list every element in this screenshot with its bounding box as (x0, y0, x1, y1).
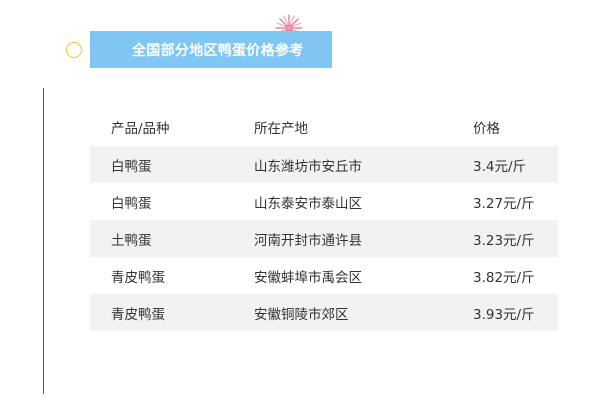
left-divider-line (43, 88, 44, 394)
cell-origin: 山东潍坊市安丘市 (254, 146, 473, 183)
table-row: 白鸭蛋 山东泰安市泰山区 3.27元/斤 (90, 183, 558, 220)
cell-price: 3.23元/斤 (473, 220, 558, 257)
table-header-row: 产品/品种 所在产地 价格 (90, 108, 558, 146)
cell-price: 3.4元/斤 (473, 146, 558, 183)
cell-product: 青皮鸭蛋 (90, 294, 254, 331)
header-product: 产品/品种 (111, 121, 170, 137)
cell-product: 白鸭蛋 (111, 195, 152, 212)
cell-price: 3.93元/斤 (473, 294, 558, 331)
table-row: 青皮鸭蛋 安徽蚌埠市禹会区 3.82元/斤 (90, 257, 558, 294)
table-row: 青皮鸭蛋 安徽铜陵市郊区 3.93元/斤 (90, 294, 558, 331)
header-origin: 所在产地 (254, 121, 308, 137)
cell-origin: 河南开封市通许县 (254, 220, 473, 257)
header-price: 价格 (473, 121, 500, 137)
page-title: 全国部分地区鸭蛋价格参考 (132, 43, 304, 59)
cell-product: 白鸭蛋 (90, 146, 254, 183)
cell-product: 土鸭蛋 (90, 220, 254, 257)
price-table: 产品/品种 所在产地 价格 白鸭蛋 山东潍坊市安丘市 3.4元/斤 白鸭蛋 山东… (90, 108, 558, 331)
circle-bullet-icon (66, 42, 82, 58)
table-row: 白鸭蛋 山东潍坊市安丘市 3.4元/斤 (90, 146, 558, 183)
table-row: 土鸭蛋 河南开封市通许县 3.23元/斤 (90, 220, 558, 257)
cell-origin: 山东泰安市泰山区 (254, 195, 362, 212)
cell-price: 3.27元/斤 (473, 195, 535, 212)
cell-origin: 安徽铜陵市郊区 (254, 294, 473, 331)
cell-product: 青皮鸭蛋 (111, 269, 165, 286)
cell-origin: 安徽蚌埠市禹会区 (254, 269, 362, 286)
cell-price: 3.82元/斤 (473, 269, 535, 286)
